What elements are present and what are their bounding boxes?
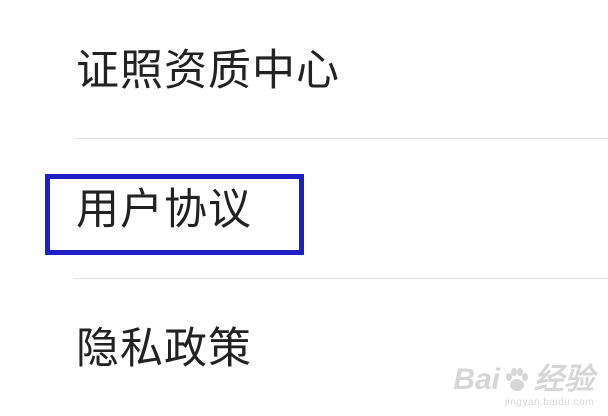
divider: [74, 138, 608, 139]
watermark-brand-prefix: Bai: [453, 363, 500, 396]
divider: [74, 278, 608, 279]
watermark-logo: Bai 经验: [453, 365, 594, 395]
menu-item-privacy-policy[interactable]: 隐私政策: [76, 328, 252, 371]
watermark-url: jingyan.baidu.com: [504, 397, 594, 408]
menu-item-user-agreement[interactable]: 用户协议: [76, 189, 252, 232]
paw-icon: [506, 368, 528, 391]
menu-item-license-center[interactable]: 证照资质中心: [76, 50, 340, 93]
watermark-brand-suffix: 经验: [534, 363, 594, 396]
settings-menu-list: 证照资质中心 用户协议 隐私政策: [0, 0, 608, 416]
baidu-jingyan-watermark: Bai 经验 jingyan.baidu.com: [453, 365, 594, 409]
